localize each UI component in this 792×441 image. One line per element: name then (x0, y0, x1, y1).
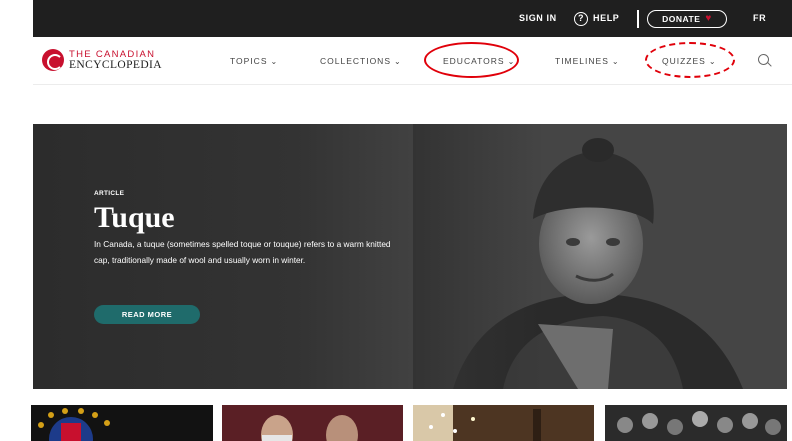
card-3-image (413, 405, 594, 441)
logo-link[interactable]: THE CANADIAN ENCYCLOPEDIA (42, 49, 162, 71)
card-2-image (222, 405, 403, 441)
content-type-label: ARTICLE (94, 190, 125, 197)
card-1-image (38, 408, 110, 441)
hero-banner[interactable]: ARTICLE Tuque In Canada, a tuque (someti… (33, 124, 787, 389)
hero-text-block: ARTICLE Tuque In Canada, a tuque (someti… (94, 190, 394, 268)
card-4-image (605, 405, 787, 441)
hero-photo (413, 124, 787, 389)
quizzes-highlight-circle (645, 42, 735, 78)
chevron-down-icon: ⌄ (611, 57, 620, 66)
nav-topics-label: TOPICS (230, 56, 268, 66)
sign-in-link[interactable]: SIGN IN (519, 0, 557, 37)
read-more-button[interactable]: READ MORE (94, 305, 200, 324)
chevron-down-icon: ⌄ (394, 57, 402, 66)
logo-text: THE CANADIAN ENCYCLOPEDIA (69, 50, 162, 71)
help-link[interactable]: ? HELP (574, 0, 619, 37)
chevron-down-icon: ⌄ (270, 57, 279, 66)
heart-icon: ♥ (705, 13, 712, 24)
featured-card-1[interactable] (31, 405, 213, 441)
nav-collections-label: COLLECTIONS (320, 56, 391, 66)
logo-line-2: ENCYCLOPEDIA (69, 59, 162, 71)
divider (637, 10, 639, 28)
article-title[interactable]: Tuque (94, 201, 394, 235)
help-label: HELP (593, 13, 620, 23)
featured-card-3[interactable] (413, 405, 594, 441)
donate-button[interactable]: DONATE ♥ (647, 10, 727, 28)
nav-collections[interactable]: COLLECTIONS ⌄ (320, 37, 402, 85)
article-summary: In Canada, a tuque (sometimes spelled to… (94, 239, 391, 265)
language-toggle[interactable]: FR (753, 0, 766, 37)
nav-topics[interactable]: TOPICS ⌄ (230, 37, 278, 85)
utility-bar: SIGN IN ? HELP DONATE ♥ FR (33, 0, 792, 37)
help-icon: ? (574, 11, 588, 26)
educators-highlight-circle (424, 42, 519, 78)
donate-label: DONATE (662, 14, 701, 24)
maple-logo-icon (42, 49, 64, 71)
nav-timelines-label: TIMELINES (555, 56, 609, 66)
search-icon[interactable] (758, 54, 769, 65)
featured-card-4[interactable] (605, 405, 787, 441)
featured-card-2[interactable] (222, 405, 403, 441)
nav-timelines[interactable]: TIMELINES ⌄ (555, 37, 620, 85)
